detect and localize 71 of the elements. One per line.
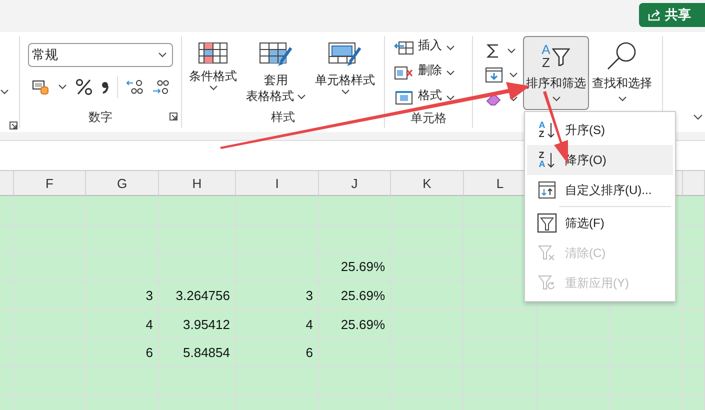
chevron-down-icon[interactable] [0, 89, 9, 95]
number-format-dropdown[interactable]: 常规 [28, 43, 173, 67]
table-cell: 5.84854 [159, 338, 236, 368]
caret-icon [507, 48, 516, 54]
table-cell: 3.264756 [159, 282, 236, 310]
column-header[interactable]: F [14, 171, 86, 196]
increase-decimal-icon[interactable] [152, 79, 170, 95]
comma-style-icon[interactable] [101, 79, 109, 95]
column-header[interactable]: K [391, 171, 464, 196]
table-brush-icon [259, 42, 293, 68]
caret-icon [340, 89, 350, 95]
fill-down-icon [485, 67, 503, 83]
filter-icon [537, 213, 557, 233]
table-cell: 25.69% [319, 253, 391, 282]
sort-filter-button[interactable]: A Z 排序和筛选 [523, 36, 589, 110]
menu-item[interactable]: A Z 升序(S) [527, 115, 673, 145]
dialog-launcher-icon[interactable] [9, 121, 18, 130]
clear-filter-icon [538, 244, 556, 262]
conditional-format-icon [198, 42, 228, 64]
insert-cells-icon [394, 40, 414, 54]
table-cell [0, 196, 14, 225]
caret-icon [509, 72, 518, 78]
share-button[interactable]: 共享 [639, 3, 705, 27]
caret-icon [208, 85, 218, 91]
cell-style-brush-icon [328, 42, 362, 68]
table-cell: 25.69% [319, 310, 391, 339]
number-format-value: 常规 [32, 46, 58, 64]
table-cell: 4 [236, 310, 319, 339]
style-button[interactable]: 条件格式 [186, 40, 240, 106]
dialog-launcher-icon[interactable] [169, 112, 178, 121]
caret-icon [509, 96, 518, 102]
delete-cells-icon [394, 66, 414, 80]
share-icon [647, 8, 661, 22]
find-select-button[interactable]: 查找和选择 [589, 36, 655, 110]
caret-icon [297, 94, 306, 100]
table-cell: 3.95412 [159, 310, 236, 339]
group-label: 数字 [88, 108, 112, 126]
sigma-icon [485, 43, 501, 59]
table-cell: 6 [86, 338, 159, 368]
style-button[interactable]: 单元格样式 [312, 40, 378, 106]
column-header[interactable]: I [236, 171, 319, 196]
caret-icon [446, 44, 455, 50]
column-header[interactable]: J [319, 171, 391, 196]
caret-icon [618, 96, 626, 102]
column-header[interactable]: H [159, 171, 236, 196]
table-cell [319, 196, 391, 225]
caret-icon [552, 96, 560, 102]
table-cell: 3 [236, 282, 319, 310]
table-cell: 25.69% [319, 282, 391, 310]
reapply-filter-icon [538, 274, 556, 292]
table-cell: 6 [236, 338, 319, 368]
percent-icon[interactable] [75, 78, 93, 96]
table-cell: 4 [86, 310, 159, 339]
menu-item[interactable]: 筛选(F) [527, 208, 673, 238]
format-cells-icon [394, 90, 414, 104]
caret-icon[interactable] [58, 84, 67, 90]
table-cell [14, 196, 86, 225]
caret-icon [446, 94, 455, 100]
style-button[interactable]: 套用 表格格式 [243, 40, 309, 106]
chevron-down-icon[interactable] [693, 114, 703, 120]
group-label: 单元格 [410, 110, 446, 127]
column-header[interactable]: G [86, 171, 159, 196]
group-label: 样式 [271, 108, 295, 126]
caret-icon [158, 52, 167, 58]
table-cell: 3 [86, 282, 159, 310]
custom-sort-icon [538, 181, 556, 199]
cells-button[interactable]: 插入 [394, 36, 472, 59]
caret-icon [446, 70, 455, 76]
decrease-decimal-icon[interactable] [126, 79, 144, 95]
cells-button[interactable]: 删除 [394, 61, 472, 84]
currency-format-icon[interactable] [32, 79, 50, 95]
